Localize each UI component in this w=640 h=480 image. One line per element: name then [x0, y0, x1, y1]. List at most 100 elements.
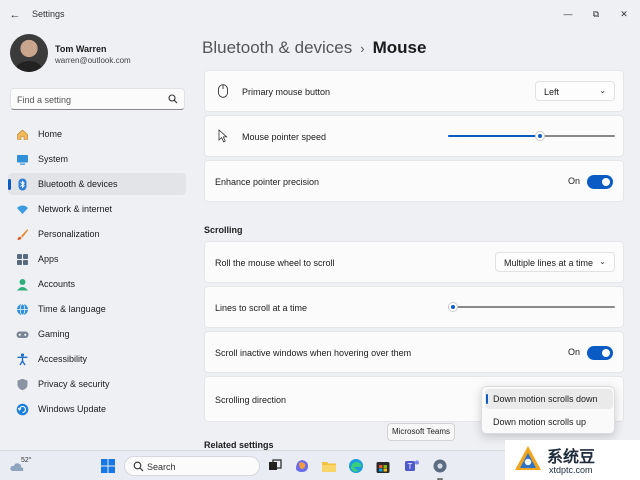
- toggle-state-label: On: [567, 347, 580, 357]
- edge-icon[interactable]: [347, 457, 365, 475]
- gamepad-icon: [16, 331, 29, 338]
- close-button[interactable]: ✕: [612, 4, 636, 24]
- sidebar-item-label: Bluetooth & devices: [38, 179, 118, 189]
- pointer-speed-label: Mouse pointer speed: [242, 132, 327, 142]
- bluetooth-icon: [18, 178, 27, 191]
- sidebar-item-home[interactable]: Home: [8, 123, 186, 145]
- sidebar-item-personalization[interactable]: Personalization: [8, 223, 186, 245]
- roll-wheel-card: Roll the mouse wheel to scroll Multiple …: [204, 241, 624, 283]
- sidebar-item-accessibility[interactable]: Accessibility: [8, 348, 186, 370]
- sidebar-item-label: Network & internet: [38, 204, 113, 214]
- home-icon: [17, 129, 28, 140]
- update-icon: [16, 403, 29, 416]
- accounts-icon: [17, 279, 28, 291]
- primary-button-value: Left: [544, 87, 560, 97]
- sidebar-item-time-language[interactable]: Time & language: [8, 298, 186, 320]
- sidebar-item-bluetooth-devices[interactable]: Bluetooth & devices: [8, 173, 186, 195]
- user-email: warren@outlook.com: [55, 56, 131, 65]
- pointer-precision-label: Enhance pointer precision: [215, 177, 320, 187]
- scroll-direction-dropdown-menu: Down motion scrolls down Down motion scr…: [481, 386, 615, 434]
- weather-widget[interactable]: 52°: [10, 457, 34, 475]
- taskbar-search[interactable]: Search: [124, 456, 260, 476]
- scroll-inactive-toggle[interactable]: [587, 346, 613, 360]
- search-input[interactable]: [17, 92, 167, 107]
- store-icon[interactable]: [374, 457, 392, 475]
- brush-icon: [17, 229, 28, 240]
- sidebar-item-label: Windows Update: [38, 404, 107, 414]
- dropdown-option-scroll-up[interactable]: Down motion scrolls up: [485, 412, 613, 432]
- watermark-name: 系统豆: [547, 447, 596, 466]
- roll-wheel-value: Multiple lines at a time: [504, 258, 594, 268]
- copilot-icon[interactable]: [293, 457, 311, 475]
- roll-wheel-dropdown[interactable]: Multiple lines at a time ⌄: [495, 252, 615, 272]
- related-settings-header: Related settings: [204, 440, 274, 450]
- file-explorer-icon[interactable]: [320, 457, 338, 475]
- sidebar-item-gaming[interactable]: Gaming: [8, 323, 186, 345]
- sidebar-item-label: Home: [38, 129, 63, 139]
- sidebar-item-accounts[interactable]: Accounts: [8, 273, 186, 295]
- taskbar-search-label: Search: [147, 462, 176, 472]
- sidebar-item-label: Time & language: [38, 304, 106, 314]
- search-box[interactable]: [10, 88, 185, 110]
- minimize-button[interactable]: —: [556, 4, 580, 24]
- slider-track: [448, 306, 615, 308]
- apps-icon: [17, 254, 28, 265]
- weather-temperature: 52°: [21, 457, 32, 464]
- primary-button-dropdown[interactable]: Left ⌄: [535, 81, 615, 101]
- slider-thumb[interactable]: [534, 131, 545, 141]
- primary-button-label: Primary mouse button: [242, 87, 331, 97]
- lines-to-scroll-label: Lines to scroll at a time: [215, 303, 308, 313]
- sidebar-item-system[interactable]: System: [8, 148, 186, 170]
- breadcrumb: Bluetooth & devices › Mouse: [202, 38, 426, 58]
- user-name: Tom Warren: [55, 44, 107, 54]
- chevron-down-icon: ⌄: [599, 86, 606, 95]
- windows-start-icon[interactable]: [99, 457, 117, 475]
- page-title: Mouse: [372, 38, 427, 57]
- avatar[interactable]: [10, 34, 48, 72]
- pointer-precision-toggle[interactable]: [587, 175, 613, 189]
- slider-thumb[interactable]: [448, 302, 458, 312]
- roll-wheel-label: Roll the mouse wheel to scroll: [215, 258, 335, 268]
- sidebar-item-label: Accessibility: [38, 354, 88, 364]
- search-icon[interactable]: [168, 94, 178, 104]
- sidebar-nav: Home System Bluetooth & devices Network …: [8, 123, 186, 423]
- dropdown-option-scroll-down[interactable]: Down motion scrolls down: [485, 389, 613, 409]
- pointer-precision-card: Enhance pointer precision On: [204, 160, 624, 202]
- sidebar-item-privacy-security[interactable]: Privacy & security: [8, 373, 186, 395]
- scroll-inactive-card: Scroll inactive windows when hovering ov…: [204, 331, 624, 373]
- maximize-button[interactable]: ⧉: [584, 4, 608, 24]
- lines-to-scroll-card: Lines to scroll at a time: [204, 286, 624, 328]
- lines-to-scroll-slider[interactable]: [448, 302, 615, 312]
- svg-text:T: T: [408, 462, 413, 471]
- globe-icon: [17, 303, 28, 316]
- sidebar-item-network[interactable]: Network & internet: [8, 198, 186, 220]
- pointer-icon: [218, 129, 228, 143]
- breadcrumb-parent[interactable]: Bluetooth & devices: [202, 38, 352, 57]
- task-view-icon[interactable]: [266, 457, 284, 475]
- search-icon: [133, 461, 144, 472]
- taskbar-tooltip: Microsoft Teams: [387, 423, 455, 441]
- sidebar-item-label: Gaming: [38, 329, 70, 339]
- option-label: Down motion scrolls down: [493, 394, 598, 404]
- watermark: 系统豆 xtdptc.com: [505, 440, 640, 480]
- teams-icon[interactable]: T: [403, 457, 421, 475]
- sidebar-item-windows-update[interactable]: Windows Update: [8, 398, 186, 420]
- settings-icon[interactable]: [431, 457, 449, 475]
- sidebar-item-apps[interactable]: Apps: [8, 248, 186, 270]
- system-icon: [17, 155, 28, 165]
- toggle-state-label: On: [567, 176, 580, 186]
- chevron-down-icon: ⌄: [599, 257, 606, 266]
- sidebar-item-label: Accounts: [38, 279, 76, 289]
- wifi-icon: [17, 205, 28, 214]
- breadcrumb-separator: ›: [360, 41, 365, 56]
- back-button[interactable]: ←: [8, 8, 22, 22]
- sidebar-item-label: Privacy & security: [38, 379, 110, 389]
- sidebar-item-label: Apps: [38, 254, 59, 264]
- option-label: Down motion scrolls up: [493, 417, 587, 427]
- pointer-speed-slider[interactable]: [448, 131, 615, 141]
- sidebar-item-label: Personalization: [38, 229, 100, 239]
- scroll-inactive-toggle-group: On: [553, 346, 613, 360]
- shield-icon: [17, 378, 28, 391]
- scrolling-section-header: Scrolling: [204, 225, 243, 235]
- sidebar-item-label: System: [38, 154, 69, 164]
